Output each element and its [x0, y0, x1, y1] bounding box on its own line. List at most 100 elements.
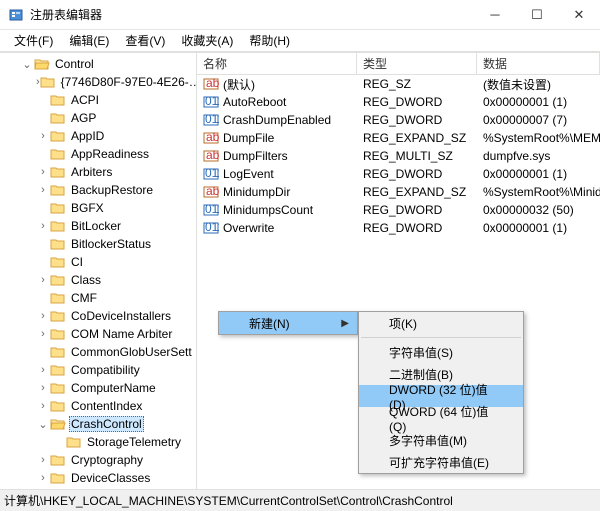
folder-icon	[40, 75, 56, 89]
tree-node[interactable]: ⌄Control	[0, 55, 196, 73]
key-tree[interactable]: ⌄Control›{7746D80F-97E0-4E26-…ACPIAGP›Ap…	[0, 53, 197, 489]
value-row[interactable]: 011MinidumpsCountREG_DWORD0x00000032 (50…	[197, 201, 600, 219]
expand-toggle-icon[interactable]: ⌄	[20, 58, 34, 71]
value-row[interactable]: 011OverwriteREG_DWORD0x00000001 (1)	[197, 219, 600, 237]
value-row[interactable]: abDumpFiltersREG_MULTI_SZdumpfve.sys	[197, 147, 600, 165]
value-row[interactable]: ab(默认)REG_SZ(数值未设置)	[197, 75, 600, 93]
tree-node[interactable]: ›Cryptography	[0, 451, 196, 469]
tree-node[interactable]: AGP	[0, 109, 196, 127]
ctx-item[interactable]: 多字符串值(M)	[359, 429, 523, 451]
svg-text:011: 011	[205, 202, 219, 216]
folder-icon	[50, 129, 66, 143]
window-title: 注册表编辑器	[30, 6, 474, 23]
value-row[interactable]: abDumpFileREG_EXPAND_SZ%SystemRoot%\MEM	[197, 129, 600, 147]
value-row[interactable]: abMinidumpDirREG_EXPAND_SZ%SystemRoot%\M…	[197, 183, 600, 201]
folder-icon	[50, 345, 66, 359]
window-titlebar: 注册表编辑器 ─ ☐ ✕	[0, 0, 600, 30]
close-button[interactable]: ✕	[558, 0, 600, 30]
folder-icon	[50, 453, 66, 467]
folder-icon	[50, 93, 66, 107]
expand-toggle-icon[interactable]: ›	[36, 328, 50, 340]
menu-help[interactable]: 帮助(H)	[241, 30, 298, 51]
tree-node[interactable]: › ContentIndex	[0, 397, 196, 415]
menu-edit[interactable]: 编辑(E)	[61, 30, 117, 51]
expand-toggle-icon[interactable]: ⌄	[36, 418, 50, 431]
expand-toggle-icon[interactable]: ›	[36, 400, 50, 412]
tree-node[interactable]: BitlockerStatus	[0, 235, 196, 253]
tree-node[interactable]: ⌄CrashControl	[0, 415, 196, 433]
menu-file[interactable]: 文件(F)	[6, 30, 61, 51]
tree-node[interactable]: CMF	[0, 289, 196, 307]
expand-toggle-icon[interactable]: ›	[36, 166, 50, 178]
tree-node[interactable]: ›Compatibility	[0, 361, 196, 379]
expand-toggle-icon[interactable]: ›	[36, 220, 50, 232]
ctx-item[interactable]: 项(K)	[359, 312, 523, 334]
tree-node[interactable]: ›CoDeviceInstallers	[0, 307, 196, 325]
expand-toggle-icon[interactable]: ›	[36, 310, 50, 322]
folder-icon	[50, 399, 66, 413]
tree-node[interactable]: › COM Name Arbiter	[0, 325, 196, 343]
expand-toggle-icon[interactable]: ›	[36, 274, 50, 286]
tree-node-label: COM Name Arbiter	[69, 327, 174, 341]
folder-icon	[50, 273, 66, 287]
tree-node[interactable]: BGFX	[0, 199, 196, 217]
tree-node-label: ACPI	[69, 93, 101, 107]
folder-icon	[50, 219, 66, 233]
expand-toggle-icon[interactable]: ›	[36, 454, 50, 466]
folder-icon	[50, 327, 66, 341]
ctx-item[interactable]: 可扩充字符串值(E)	[359, 451, 523, 473]
folder-icon	[50, 255, 66, 269]
value-row[interactable]: 011CrashDumpEnabledREG_DWORD0x00000007 (…	[197, 111, 600, 129]
svg-text:ab: ab	[206, 76, 219, 90]
ctx-item[interactable]: QWORD (64 位)值(Q)	[359, 407, 523, 429]
value-name: AutoReboot	[223, 95, 286, 109]
value-name: DumpFile	[223, 131, 274, 145]
tree-node[interactable]: › Arbiters	[0, 163, 196, 181]
value-type: REG_SZ	[357, 77, 477, 91]
context-menu-new-submenu: 项(K)字符串值(S)二进制值(B)DWORD (32 位)值(D)QWORD …	[358, 311, 524, 474]
tree-node[interactable]: ›BackupRestore	[0, 181, 196, 199]
expand-toggle-icon[interactable]: ›	[36, 472, 50, 484]
folder-icon	[50, 381, 66, 395]
value-row[interactable]: 011AutoRebootREG_DWORD0x00000001 (1)	[197, 93, 600, 111]
value-row[interactable]: 011LogEventREG_DWORD0x00000001 (1)	[197, 165, 600, 183]
folder-icon	[50, 201, 66, 215]
tree-node[interactable]: ›BitLocker	[0, 217, 196, 235]
value-name: CrashDumpEnabled	[223, 113, 331, 127]
tree-node[interactable]: ›ComputerName	[0, 379, 196, 397]
col-type[interactable]: 类型	[357, 53, 477, 74]
ctx-item-label: 项(K)	[389, 315, 417, 332]
tree-node[interactable]: ›{7746D80F-97E0-4E26-…	[0, 73, 196, 91]
minimize-button[interactable]: ─	[474, 0, 516, 30]
value-type-icon: ab	[203, 76, 219, 92]
expand-toggle-icon[interactable]: ›	[36, 364, 50, 376]
tree-node[interactable]: ›AppID	[0, 127, 196, 145]
tree-node-label: Arbiters	[69, 165, 114, 179]
ctx-new[interactable]: 新建(N) ▶	[219, 312, 357, 334]
expand-toggle-icon[interactable]: ›	[36, 382, 50, 394]
expand-toggle-icon[interactable]: ›	[36, 130, 50, 142]
tree-node-label: {7746D80F-97E0-4E26-…	[59, 75, 197, 89]
tree-node-label: Class	[69, 273, 103, 287]
col-name[interactable]: 名称	[197, 53, 357, 74]
tree-node[interactable]: StorageTelemetry	[0, 433, 196, 451]
col-data[interactable]: 数据	[477, 53, 600, 74]
tree-node[interactable]: › Class	[0, 271, 196, 289]
tree-node[interactable]: ACPI	[0, 91, 196, 109]
tree-node[interactable]: AppReadiness	[0, 145, 196, 163]
value-data: dumpfve.sys	[477, 149, 600, 163]
menu-favorites[interactable]: 收藏夹(A)	[173, 30, 241, 51]
menu-view[interactable]: 查看(V)	[117, 30, 173, 51]
svg-text:ab: ab	[206, 130, 219, 144]
ctx-item-label: 字符串值(S)	[389, 344, 453, 361]
tree-node[interactable]: ›DeviceClasses	[0, 469, 196, 487]
tree-node-label: ContentIndex	[69, 399, 144, 413]
tree-node[interactable]: CI	[0, 253, 196, 271]
folder-icon	[50, 363, 66, 377]
tree-node[interactable]: CommonGlobUserSett	[0, 343, 196, 361]
ctx-item[interactable]: 字符串值(S)	[359, 341, 523, 363]
value-type-icon: ab	[203, 148, 219, 164]
maximize-button[interactable]: ☐	[516, 0, 558, 30]
value-data: 0x00000001 (1)	[477, 221, 600, 235]
expand-toggle-icon[interactable]: ›	[36, 184, 50, 196]
